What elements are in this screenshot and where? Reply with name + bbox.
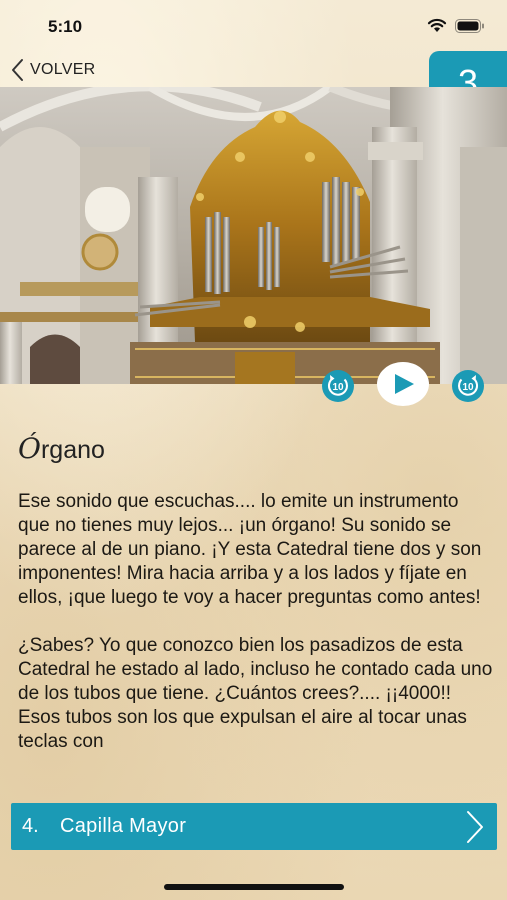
audio-player: 10 10 — [0, 362, 507, 406]
rewind-seconds-label: 10 — [332, 382, 344, 393]
forward-10-button[interactable]: 10 — [451, 369, 485, 403]
rewind-10-icon: 10 — [322, 370, 354, 402]
status-icons — [427, 18, 485, 33]
chevron-left-icon — [12, 59, 23, 81]
status-bar: 5:10 — [0, 0, 507, 54]
home-indicator[interactable] — [164, 884, 344, 890]
next-stop-button[interactable]: 4. Capilla Mayor — [11, 803, 497, 850]
narration-text[interactable]: Ese sonido que escuchas.... lo emite un … — [18, 490, 494, 793]
wifi-icon — [427, 18, 447, 32]
page-title: Ó rgano — [18, 432, 105, 465]
rewind-10-button[interactable]: 10 — [321, 369, 355, 403]
back-button[interactable]: VOLVER — [10, 57, 96, 83]
chevron-right-icon — [467, 811, 483, 843]
paragraph: Ese sonido que escuchas.... lo emite un … — [18, 491, 482, 608]
forward-seconds-label: 10 — [462, 382, 474, 393]
next-stop-number: 4. — [22, 815, 39, 837]
title-text: rgano — [40, 436, 105, 464]
play-icon — [377, 362, 429, 406]
forward-10-icon: 10 — [452, 370, 484, 402]
organ-photo — [0, 87, 507, 384]
back-label: VOLVER — [30, 61, 96, 78]
play-button[interactable] — [377, 362, 429, 406]
status-time: 5:10 — [48, 17, 83, 36]
title-initial: Ó — [18, 432, 41, 465]
next-stop-label: Capilla Mayor — [60, 815, 187, 837]
battery-icon — [455, 18, 484, 33]
paragraph: ¿Sabes? Yo que conozco bien los pasadizo… — [18, 635, 493, 752]
